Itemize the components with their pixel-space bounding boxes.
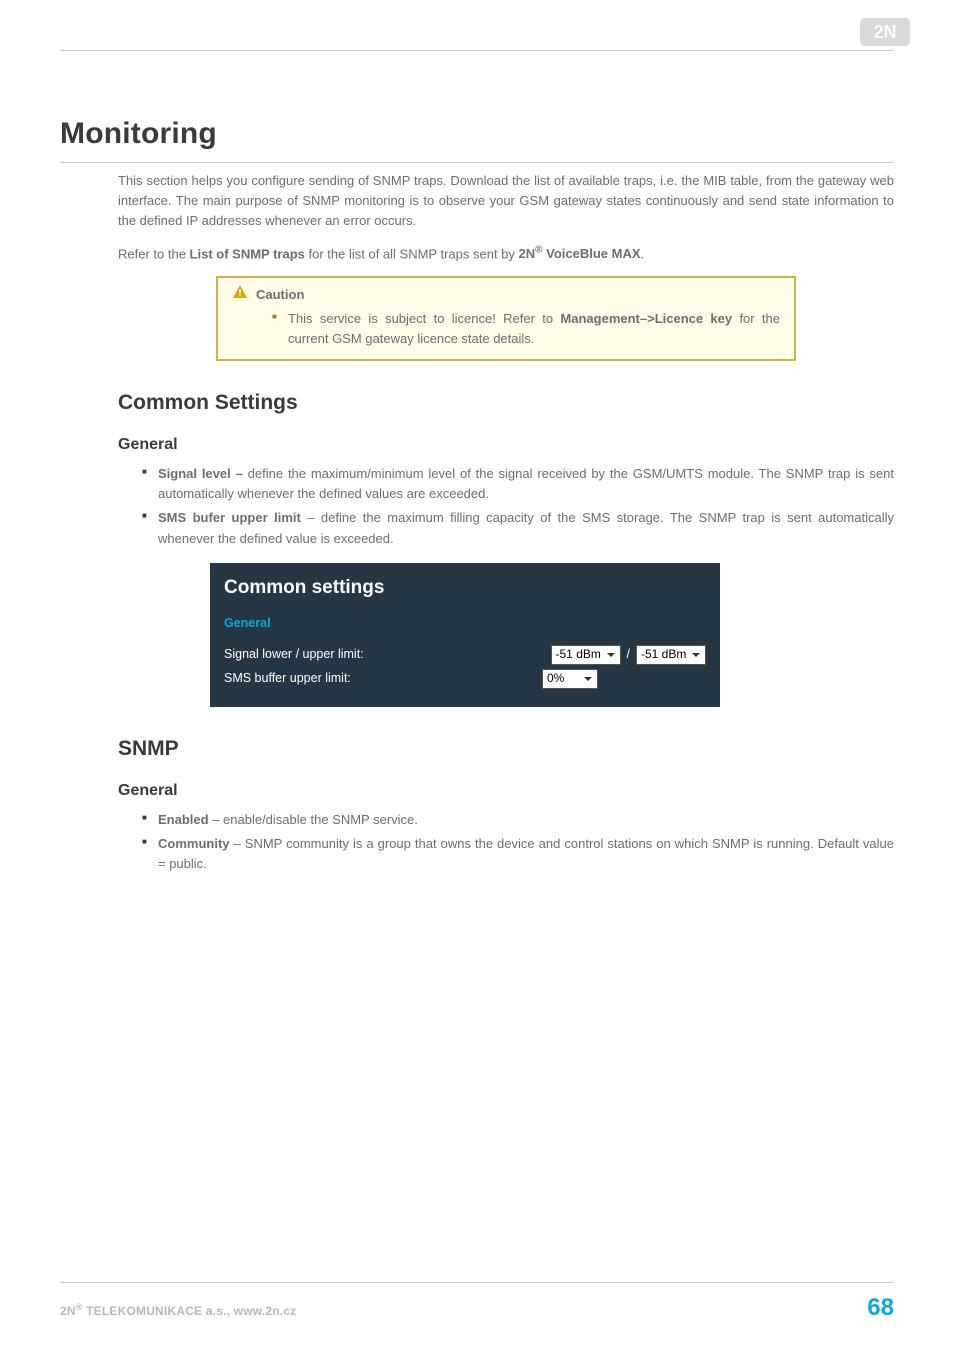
refer-suffix: . <box>641 246 645 261</box>
panel-label-signal: Signal lower / upper limit: <box>224 646 551 664</box>
common-general-heading: General <box>118 433 894 458</box>
signal-upper-value: -51 dBm <box>641 646 686 663</box>
common-bullets: Signal level – define the maximum/minimu… <box>118 464 894 549</box>
caution-item: This service is subject to licence! Refe… <box>272 309 780 349</box>
brand-logo: 2N <box>860 18 910 46</box>
signal-lower-value: -51 dBm <box>556 646 601 663</box>
panel-row-signal: Signal lower / upper limit: -51 dBm / -5… <box>224 645 706 665</box>
page-number: 68 <box>867 1289 894 1326</box>
intro-paragraph: This section helps you configure sending… <box>118 171 894 231</box>
chevron-down-icon <box>689 647 703 663</box>
snmp-heading: SNMP <box>118 733 894 766</box>
refer-paragraph: Refer to the List of SNMP traps for the … <box>118 243 894 264</box>
signal-lower-select[interactable]: -51 dBm <box>551 645 621 665</box>
snmp-general-heading: General <box>118 779 894 804</box>
warning-icon <box>232 284 248 306</box>
bullet-signal-level: Signal level – define the maximum/minimu… <box>142 464 894 504</box>
panel-title: Common settings <box>224 575 706 602</box>
divider-top <box>60 50 894 51</box>
bullet-community: Community – SNMP community is a group th… <box>142 834 894 874</box>
panel-label-sms: SMS buffer upper limit: <box>224 670 542 688</box>
signal-upper-select[interactable]: -51 dBm <box>636 645 706 665</box>
chevron-down-icon <box>581 671 595 687</box>
refer-mid: for the list of all SNMP traps sent by <box>305 246 519 261</box>
panel-subtitle: General <box>224 615 706 633</box>
sms-buffer-value: 0% <box>547 670 564 687</box>
page-footer: 2N® TELEKOMUNIKACE a.s., www.2n.cz 68 <box>60 1282 894 1326</box>
panel-row-sms: SMS buffer upper limit: 0% <box>224 669 706 689</box>
caution-callout: Caution This service is subject to licen… <box>216 276 796 360</box>
common-settings-heading: Common Settings <box>118 387 894 420</box>
snmp-bullets: Enabled – enable/disable the SNMP servic… <box>118 810 894 874</box>
refer-prefix: Refer to the <box>118 246 190 261</box>
refer-bold-2: 2N® VoiceBlue MAX <box>519 246 641 261</box>
chevron-down-icon <box>604 647 618 663</box>
caution-title: Caution <box>256 285 304 305</box>
divider-footer <box>60 1282 894 1283</box>
sms-buffer-select[interactable]: 0% <box>542 669 598 689</box>
svg-text:2N: 2N <box>873 22 896 42</box>
common-settings-panel: Common settings General Signal lower / u… <box>210 563 720 707</box>
page-title: Monitoring <box>60 111 894 163</box>
footer-company: 2N® TELEKOMUNIKACE a.s., www.2n.cz <box>60 1301 296 1321</box>
refer-bold-1: List of SNMP traps <box>190 246 305 261</box>
slash-separator: / <box>625 646 632 664</box>
bullet-sms-buffer: SMS bufer upper limit – define the maxim… <box>142 508 894 548</box>
bullet-enabled: Enabled – enable/disable the SNMP servic… <box>142 810 894 830</box>
